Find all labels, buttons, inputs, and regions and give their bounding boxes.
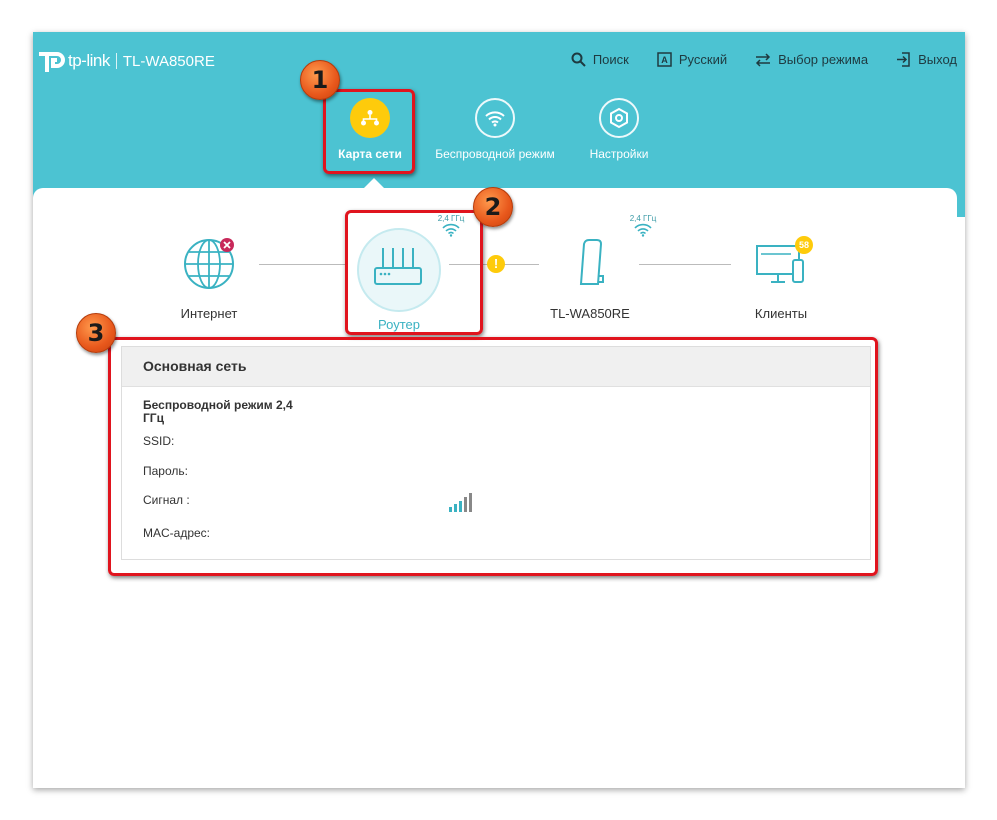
- tab-settings-label: Настройки: [589, 147, 649, 161]
- extender-band-label: 2,4 ГГц: [629, 214, 657, 223]
- tp-link-logo-icon: [35, 46, 65, 76]
- highlight-network-map-tab: [323, 89, 415, 174]
- highlight-network-panel: [108, 337, 878, 576]
- connection-line-clients: [639, 264, 731, 265]
- mode-switch-icon: [755, 52, 771, 67]
- logo-divider: [115, 53, 117, 69]
- svg-text:A: A: [661, 55, 668, 65]
- node-internet-label: Интернет: [180, 306, 238, 321]
- clients-icon: 58: [751, 236, 813, 292]
- mode-switch-link[interactable]: Выбор режима: [755, 52, 868, 67]
- connection-line-internet: [259, 264, 345, 265]
- annotation-badge-3: 3: [76, 313, 116, 353]
- clients-count-badge: 58: [795, 236, 813, 254]
- node-internet[interactable]: Интернет: [149, 236, 269, 321]
- extender-band: 2,4 ГГц: [623, 214, 663, 239]
- language-icon: A: [657, 52, 672, 67]
- search-link[interactable]: Поиск: [571, 52, 629, 67]
- warning-icon: !: [487, 255, 505, 273]
- search-label: Поиск: [592, 52, 629, 67]
- logout-icon: [896, 52, 911, 67]
- brand-name: tp-link: [68, 51, 110, 70]
- device-model: TL-WA850RE: [122, 52, 215, 70]
- annotation-badge-1: 1: [300, 60, 340, 100]
- extender-wifi-icon: [634, 223, 652, 237]
- highlight-router-node: [345, 210, 483, 335]
- node-clients-label: Клиенты: [754, 306, 808, 321]
- tab-settings[interactable]: Настройки: [554, 98, 684, 161]
- tab-wireless[interactable]: Беспроводной режим: [430, 98, 560, 161]
- extender-icon: [562, 236, 618, 292]
- annotation-badge-2: 2: [473, 187, 513, 227]
- settings-icon: [599, 98, 639, 138]
- logout-link[interactable]: Выход: [896, 52, 957, 67]
- top-navigation: Поиск A Русский Выбор режима Выход: [571, 52, 957, 67]
- search-icon: [571, 52, 586, 67]
- logo: tp-link TL-WA850RE: [35, 46, 215, 76]
- language-label: Русский: [678, 52, 728, 67]
- mode-switch-label: Выбор режима: [778, 52, 869, 67]
- active-tab-pointer: [364, 178, 384, 188]
- tab-wireless-label: Беспроводной режим: [435, 147, 555, 161]
- node-extender[interactable]: TL-WA850RE: [530, 236, 650, 321]
- language-selector[interactable]: A Русский: [657, 52, 727, 67]
- wireless-icon: [475, 98, 515, 138]
- node-extender-label: TL-WA850RE: [550, 306, 630, 321]
- node-clients[interactable]: 58 Клиенты: [721, 236, 841, 321]
- globe-icon: [181, 236, 237, 292]
- logout-label: Выход: [918, 52, 957, 67]
- main-tabs: Карта сети Беспроводной режим Настройки: [33, 98, 965, 168]
